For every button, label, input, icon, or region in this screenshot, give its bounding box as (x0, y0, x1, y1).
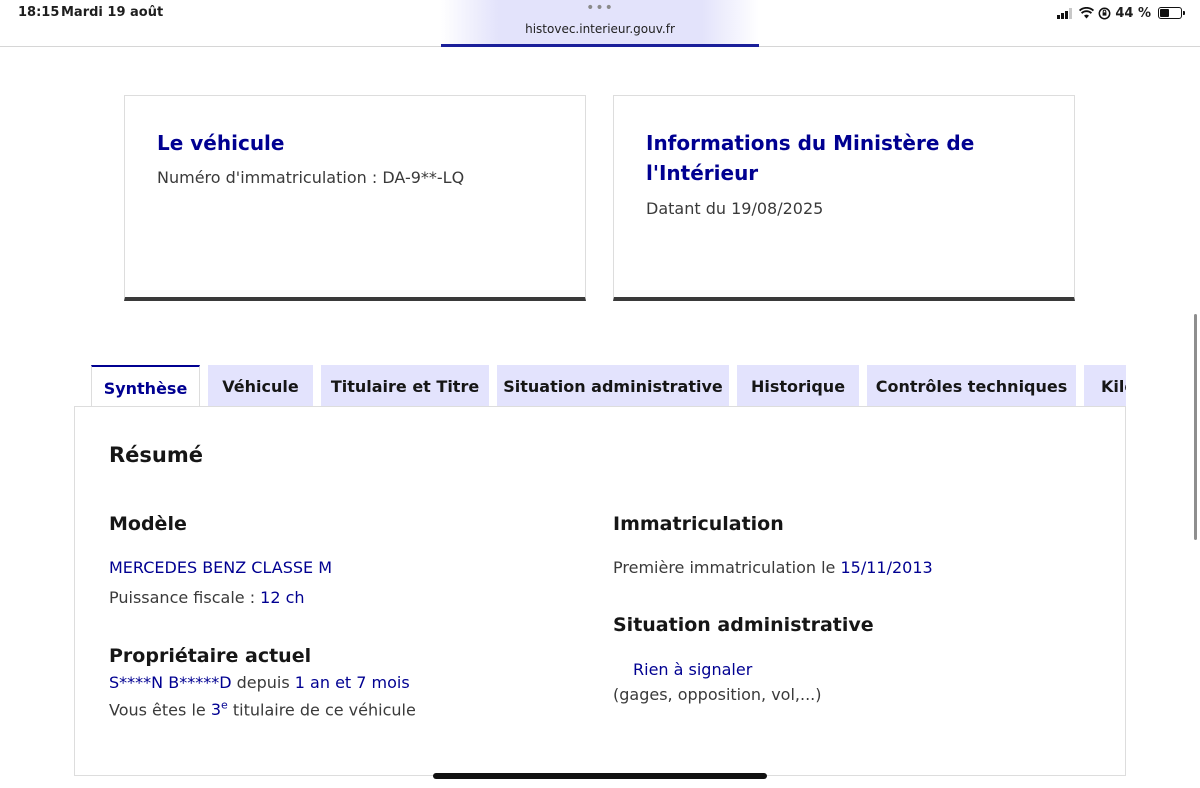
admin-status: Rien à signaler (633, 660, 753, 679)
address-underline (441, 44, 759, 47)
first-registration-label: Première immatriculation le (613, 558, 841, 577)
registration-heading: Immatriculation (613, 513, 784, 535)
admin-status-detail: (gages, opposition, vol,...) (613, 685, 822, 704)
owner-since-value: 1 an et 7 mois (294, 673, 410, 692)
synthese-panel: Résumé Modèle MERCEDES BENZ CLASSE M Pui… (74, 406, 1126, 776)
tab-synthese[interactable]: Synthèse (91, 365, 200, 407)
tab-historique[interactable]: Historique (737, 365, 859, 407)
report-date: Datant du 19/08/2025 (646, 199, 824, 218)
battery-icon (1158, 7, 1185, 19)
status-date: Mardi 19 août (61, 5, 164, 20)
report-tabs: Synthèse Véhicule Titulaire et Titre Sit… (91, 365, 1126, 407)
tab-vehicule[interactable]: Véhicule (208, 365, 313, 407)
fiscal-power: Puissance fiscale : 12 ch (109, 588, 305, 607)
fiscal-power-label: Puissance fiscale : (109, 588, 261, 607)
model-name: MERCEDES BENZ CLASSE M (109, 558, 332, 577)
owner-name: S****N B*****D (109, 673, 232, 692)
orientation-lock-icon (1098, 7, 1111, 19)
tab-controles-techniques[interactable]: Contrôles techniques (867, 365, 1076, 407)
url-text[interactable]: histovec.interieur.gouv.fr (441, 22, 759, 36)
ministry-card-title[interactable]: Informations du Ministère de l'Intérieur (646, 128, 1046, 188)
tab-titulaire-et-titre[interactable]: Titulaire et Titre (321, 365, 489, 407)
first-registration-date: 15/11/2013 (840, 558, 933, 577)
plate-number: Numéro d'immatriculation : DA-9**-LQ (157, 168, 465, 187)
status-bar: 18:15 Mardi 19 août ••• histovec.interie… (0, 0, 1200, 47)
fiscal-power-value: 12 ch (260, 588, 305, 607)
first-registration: Première immatriculation le 15/11/2013 (613, 558, 933, 577)
owner-since-label: depuis (231, 673, 295, 692)
battery-percent: 44 % (1115, 5, 1151, 21)
owner-line: S****N B*****D depuis 1 an et 7 mois (109, 673, 410, 692)
owner-heading: Propriétaire actuel (109, 645, 312, 667)
ministry-card: Informations du Ministère de l'Intérieur… (613, 95, 1075, 301)
address-bar[interactable]: ••• histovec.interieur.gouv.fr (441, 0, 759, 47)
cellular-signal-icon (1057, 7, 1073, 19)
model-heading: Modèle (109, 513, 187, 535)
owner-rank-prefix: Vous êtes le (109, 700, 211, 720)
system-indicators: 44 % (1057, 4, 1185, 22)
vehicle-card: Le véhicule Numéro d'immatriculation : D… (124, 95, 586, 301)
tab-kilometrage[interactable]: Kilométrage (1084, 365, 1126, 407)
vehicle-card-title[interactable]: Le véhicule (157, 128, 557, 158)
owner-rank-value: 3e (210, 699, 228, 720)
tab-situation-administrative[interactable]: Situation administrative (497, 365, 729, 407)
owner-rank: Vous êtes le 3e titulaire de ce véhicule (109, 699, 416, 719)
wifi-icon (1079, 7, 1095, 19)
more-dots-icon[interactable]: ••• (441, 0, 759, 16)
owner-rank-after: titulaire de ce véhicule (227, 700, 416, 720)
summary-title: Résumé (109, 443, 203, 467)
scrollbar[interactable] (1194, 314, 1197, 540)
admin-situation-heading: Situation administrative (613, 614, 874, 636)
home-indicator[interactable] (433, 773, 767, 779)
clock-time: 18:15 (18, 5, 60, 20)
